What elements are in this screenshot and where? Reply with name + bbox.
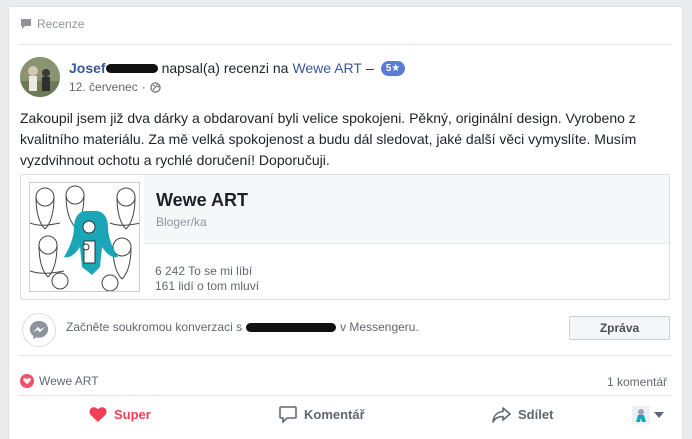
footer-divider	[19, 355, 672, 356]
page-likes-count: 6 242 To se mi líbí	[155, 264, 253, 278]
rating-badge: 5★	[380, 60, 406, 76]
messenger-prompt: Začněte soukromou konverzaci s v Messeng…	[66, 320, 419, 334]
review-post-card: Recenze Josef napsal(a) recenzi na Wewe …	[8, 6, 683, 439]
chevron-down-icon	[654, 411, 664, 418]
author-name[interactable]: Josef	[69, 60, 106, 76]
author-action-text: napsal(a) recenzi na	[161, 60, 289, 76]
comment-icon	[279, 406, 297, 423]
messenger-icon	[22, 313, 56, 347]
page-avatar-icon	[632, 405, 650, 424]
post-date[interactable]: 12. červenec	[69, 80, 138, 94]
page-info-header: Wewe ART Bloger/ka	[144, 175, 669, 244]
post-as-selector[interactable]	[632, 405, 664, 424]
illustration-thumbnail	[30, 183, 139, 291]
section-header: Recenze	[20, 17, 84, 31]
page-category: Bloger/ka	[156, 215, 207, 229]
page-cover-image[interactable]	[29, 182, 140, 292]
author-avatar[interactable]	[20, 57, 60, 97]
section-label: Recenze	[37, 17, 85, 31]
review-bubble-icon	[21, 19, 31, 29]
action-bar: Super Komentář Sdílet	[19, 395, 672, 433]
comment-count[interactable]: 1 komentář	[607, 375, 667, 389]
reactions-summary[interactable]: Wewe ART	[20, 374, 99, 388]
heart-icon	[89, 407, 107, 422]
post-meta: 12. červenec ·	[69, 80, 161, 94]
header-divider	[19, 44, 672, 45]
page-title[interactable]: Wewe ART	[156, 190, 248, 211]
love-button[interactable]: Super	[89, 406, 151, 423]
love-reaction-icon	[20, 374, 34, 388]
message-button[interactable]: Zpráva	[569, 316, 670, 340]
avatar-photo	[20, 57, 60, 97]
love-label: Super	[114, 407, 151, 422]
messenger-suffix: v Messengeru.	[340, 320, 419, 334]
dash-separator: –	[365, 60, 374, 76]
page-talking-count: 161 lidí o tom mluví	[155, 279, 260, 293]
dot-separator: ·	[141, 80, 146, 94]
comment-label: Komentář	[304, 407, 365, 422]
redacted-name	[246, 322, 337, 332]
redacted-surname	[105, 63, 158, 73]
review-text: Zakoupil jsem již dva dárky a obdarovaní…	[20, 110, 637, 168]
share-label: Sdílet	[518, 407, 554, 422]
globe-icon[interactable]	[150, 81, 161, 93]
messenger-prefix: Začněte soukromou konverzaci s	[66, 320, 243, 334]
comment-button[interactable]: Komentář	[279, 406, 365, 423]
share-icon	[492, 406, 511, 423]
share-button[interactable]: Sdílet	[492, 406, 554, 423]
author-line: Josef napsal(a) recenzi na Wewe ART – 5★	[69, 60, 406, 76]
reviewed-page-link[interactable]: Wewe ART	[292, 60, 362, 76]
reaction-name[interactable]: Wewe ART	[39, 374, 99, 388]
page-preview-card[interactable]: Wewe ART Bloger/ka 6 242 To se mi líbí 1…	[20, 174, 670, 300]
